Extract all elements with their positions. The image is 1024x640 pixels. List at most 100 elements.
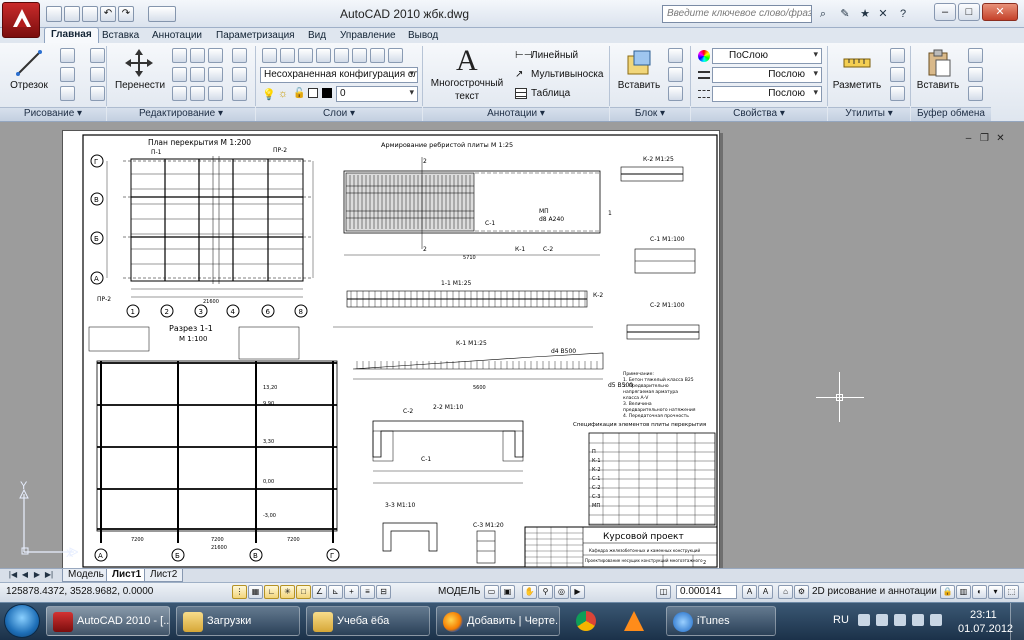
object-snap-icon[interactable]: □ — [296, 585, 311, 599]
linetype-combo[interactable]: Послою — [712, 86, 822, 102]
zoom-icon[interactable]: ⚲ — [538, 585, 553, 599]
status-menu-icon[interactable]: ▾ — [988, 585, 1003, 599]
quick-view-drawings-icon[interactable]: ▣ — [500, 585, 515, 599]
layer-properties-icon[interactable] — [262, 48, 277, 63]
linetype-icon[interactable] — [698, 90, 710, 98]
mtext-label-2[interactable]: текст — [428, 91, 506, 102]
save-icon[interactable] — [82, 6, 98, 22]
tab-sheet1[interactable]: Лист1 — [106, 569, 148, 582]
tray-app-icon[interactable] — [876, 614, 888, 626]
quick-properties-icon[interactable]: ⊟ — [376, 585, 391, 599]
lineweight-icon[interactable] — [698, 71, 710, 79]
search-input[interactable]: Введите ключевое слово/фразу — [662, 5, 812, 23]
workspace-switch[interactable]: 2D рисование и аннотации — [812, 586, 937, 597]
offset-icon[interactable] — [208, 86, 223, 101]
array-icon[interactable] — [190, 86, 205, 101]
quick-select-icon[interactable] — [890, 48, 905, 63]
otrack-icon[interactable]: ∠ — [312, 585, 327, 599]
layer-freeze-icon[interactable] — [370, 48, 385, 63]
edit-block-icon[interactable] — [668, 67, 683, 82]
binoculars-icon[interactable]: ⌕ — [816, 7, 830, 21]
show-desktop-button[interactable] — [1010, 603, 1024, 640]
table-label[interactable]: Таблица — [531, 88, 570, 99]
linear-dimension-label[interactable]: Линейный — [531, 50, 578, 61]
doc-close-icon[interactable]: ✕ — [994, 134, 1007, 145]
insert-block-label[interactable]: Вставить — [616, 80, 662, 91]
polar-tracking-icon[interactable]: ✳ — [280, 585, 295, 599]
tab-home[interactable]: Главная — [44, 27, 99, 44]
layer-unisolate-icon[interactable] — [352, 48, 367, 63]
ducs-icon[interactable]: ⊾ — [328, 585, 343, 599]
taskbar-autocad[interactable]: AutoCAD 2010 - [... — [46, 606, 170, 636]
lightbulb-icon[interactable]: 💡 — [262, 88, 276, 101]
layer-isolate-icon[interactable] — [334, 48, 349, 63]
paste-label[interactable]: Вставить — [914, 80, 962, 91]
mtext-label[interactable]: Многострочный — [428, 78, 506, 89]
create-block-icon[interactable] — [668, 48, 683, 63]
lock-icon[interactable]: 🔓 — [293, 88, 305, 99]
layer-off-icon[interactable] — [388, 48, 403, 63]
taskbar-firefox[interactable]: Добавить | Черте... — [436, 606, 560, 636]
new-file-icon[interactable] — [46, 6, 62, 22]
coordinate-readout[interactable]: 125878.4372, 3528.9682, 0.0000 — [6, 586, 153, 597]
multiline-text-icon[interactable]: A — [456, 44, 478, 78]
rectangle-icon[interactable] — [90, 48, 105, 63]
snap-mode-icon[interactable]: ⋮ — [232, 585, 247, 599]
communication-center-icon[interactable]: ✎ — [838, 7, 852, 21]
showmotion-icon[interactable]: ▶ — [570, 585, 585, 599]
tray-flag-icon[interactable] — [894, 614, 906, 626]
tray-volume-icon[interactable] — [930, 614, 942, 626]
quick-view-layouts-icon[interactable]: ▭ — [484, 585, 499, 599]
explode-icon[interactable] — [232, 67, 247, 82]
lineweight-combo[interactable]: Послою — [712, 67, 822, 83]
multileader-icon[interactable]: ↗ — [515, 69, 523, 80]
move-button-label[interactable]: Перенести — [114, 80, 166, 91]
fillet-icon[interactable] — [190, 67, 205, 82]
taskbar-downloads[interactable]: Загрузки — [176, 606, 300, 636]
tray-network-icon[interactable] — [912, 614, 924, 626]
workspace-gear-icon[interactable]: ⚙ — [794, 585, 809, 599]
tab-manage[interactable]: Управление — [334, 29, 402, 43]
tab-model[interactable]: Модель — [62, 569, 110, 582]
line-icon[interactable] — [14, 48, 44, 78]
layer-match-icon[interactable] — [298, 48, 313, 63]
id-point-icon[interactable] — [890, 67, 905, 82]
polyline-icon[interactable] — [60, 48, 75, 63]
toolbar-lock-icon[interactable]: 🔒 — [940, 585, 955, 599]
annotation-panel-title[interactable]: Аннотации ▾ — [423, 107, 609, 121]
layer-state-combo[interactable]: Несохраненная конфигурация сл — [260, 67, 418, 83]
start-button[interactable] — [4, 604, 40, 638]
prev-layout-icon[interactable]: ◀ — [20, 570, 30, 580]
close-button[interactable]: ✕ — [982, 3, 1018, 21]
erase-icon[interactable] — [232, 48, 247, 63]
maximize-viewport-icon[interactable]: ◫ — [656, 585, 671, 599]
current-layer-combo[interactable]: 0 — [336, 86, 418, 102]
layers-panel-title[interactable]: Слои ▾ — [256, 107, 422, 121]
multileader-label[interactable]: Мультивыноска — [531, 69, 603, 80]
properties-panel-title[interactable]: Свойства ▾ — [691, 107, 827, 121]
language-indicator[interactable]: RU — [833, 614, 849, 626]
utilities-panel-title[interactable]: Утилиты ▾ — [828, 107, 910, 121]
help-icon[interactable]: ? — [896, 7, 910, 21]
table-icon[interactable] — [515, 88, 527, 99]
hatch-icon[interactable] — [90, 67, 105, 82]
tab-insert[interactable]: Вставка — [96, 29, 145, 43]
close-small-icon[interactable]: ✕ — [876, 7, 890, 21]
rotate-icon[interactable] — [190, 48, 205, 63]
isolate-objects-icon[interactable]: ◐ — [972, 585, 987, 599]
dynamic-input-icon[interactable]: + — [344, 585, 359, 599]
maximize-button[interactable]: □ — [958, 3, 980, 21]
layer-state-icon[interactable] — [280, 48, 295, 63]
taskbar-chrome[interactable] — [566, 606, 606, 636]
circle-icon[interactable] — [60, 67, 75, 82]
steering-wheel-icon[interactable]: ◎ — [554, 585, 569, 599]
auto-scale-icon[interactable]: A — [758, 585, 773, 599]
hardware-acceleration-icon[interactable]: ▥ — [956, 585, 971, 599]
move-icon[interactable] — [124, 48, 154, 78]
last-layout-icon[interactable]: ▶| — [44, 570, 54, 580]
taskbar-study-folder[interactable]: Учеба ёба — [306, 606, 430, 636]
arc-icon[interactable] — [60, 86, 75, 101]
linear-dimension-icon[interactable]: ⊢⊣ — [515, 50, 532, 61]
tab-parametric[interactable]: Параметризация — [210, 29, 301, 43]
layer-color-swatch[interactable] — [308, 88, 318, 98]
